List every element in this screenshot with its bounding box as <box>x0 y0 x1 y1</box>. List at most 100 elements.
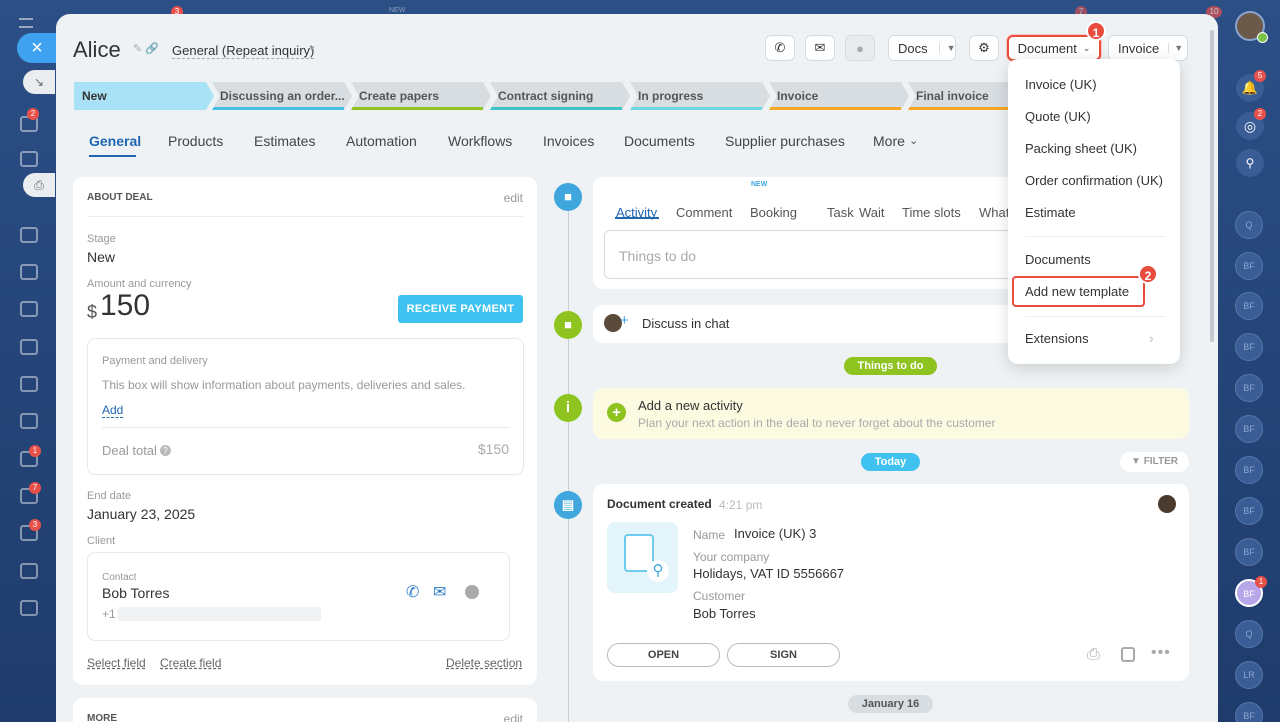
sidebar-icon[interactable] <box>20 339 38 355</box>
sidebar-icon[interactable] <box>20 227 38 243</box>
filter-button[interactable]: ▼ FILTER <box>1120 452 1189 472</box>
tab-task[interactable]: Task <box>827 205 854 220</box>
email-button[interactable]: ✉ <box>805 35 835 61</box>
chat-avatar[interactable]: LR <box>1235 661 1263 689</box>
add-activity-card[interactable]: + Add a new activity Plan your next acti… <box>593 388 1189 439</box>
sidebar-icon[interactable] <box>20 413 38 429</box>
chat-avatar[interactable]: BF <box>1235 456 1263 484</box>
stage-item[interactable]: Discussing an order... <box>212 82 352 110</box>
menu-item-packing-sheet[interactable]: Packing sheet (UK) <box>1025 141 1137 156</box>
envelope-icon[interactable]: ✉ <box>433 582 446 602</box>
menu-item-extensions[interactable]: Extensions <box>1025 331 1089 346</box>
scrollbar[interactable] <box>1210 30 1214 342</box>
tab-comment[interactable]: Comment <box>676 205 732 220</box>
phone-icon[interactable]: ✆ <box>406 582 419 602</box>
tab-time-slots[interactable]: Time slots <box>902 205 961 220</box>
menu-item-estimate[interactable]: Estimate <box>1025 205 1076 220</box>
stage-label: Create papers <box>359 89 440 103</box>
edit-link[interactable]: edit <box>504 191 523 205</box>
edit-title-icon[interactable]: ✎ 🔗 <box>133 42 159 55</box>
sidebar-icon[interactable] <box>20 264 38 280</box>
chat-avatar[interactable]: BF <box>1235 497 1263 525</box>
tab-automation[interactable]: Automation <box>346 133 417 149</box>
document-button[interactable]: Document ⌄ <box>1007 35 1101 61</box>
stage-item[interactable]: Create papers <box>351 82 491 110</box>
end-date-label: End date <box>87 490 132 502</box>
pipeline-selector[interactable]: General (Repeat inquiry) <box>172 43 315 59</box>
print-icon[interactable]: ⎙ <box>23 173 55 197</box>
stage-value[interactable]: New <box>87 249 115 265</box>
settings-button[interactable]: ⚙ <box>969 35 999 61</box>
sign-button[interactable]: SIGN <box>727 643 840 667</box>
call-button[interactable]: ✆ <box>765 35 795 61</box>
chat-avatar[interactable]: BF <box>1235 702 1263 722</box>
tab-workflows[interactable]: Workflows <box>448 133 512 149</box>
menu-item-quote-uk[interactable]: Quote (UK) <box>1025 109 1091 124</box>
chat-icon[interactable] <box>465 585 479 599</box>
tab-more[interactable]: More <box>873 133 905 149</box>
note-icon[interactable] <box>1121 647 1135 662</box>
tab-general[interactable]: General <box>89 133 141 149</box>
chat-button[interactable]: ● <box>845 35 875 61</box>
things-to-do-input[interactable]: Things to do <box>604 230 1024 279</box>
close-slider-button[interactable]: × <box>17 33 57 63</box>
menu-item-add-new-template[interactable]: Add new template <box>1025 284 1129 299</box>
menu-item-invoice-uk[interactable]: Invoice (UK) <box>1025 77 1097 92</box>
sidebar-icon[interactable] <box>20 151 38 167</box>
tab-booking[interactable]: Booking <box>750 205 797 220</box>
chat-avatar[interactable]: BF <box>1235 415 1263 443</box>
sidebar-icon[interactable] <box>20 563 38 579</box>
create-field-link[interactable]: Create field <box>160 656 221 670</box>
menu-item-order-confirmation[interactable]: Order confirmation (UK) <box>1025 173 1163 188</box>
contact-name[interactable]: Bob Torres <box>102 585 169 601</box>
chat-search-icon[interactable]: ⚲ <box>1236 149 1264 177</box>
tab-supplier-purchases[interactable]: Supplier purchases <box>725 133 845 149</box>
stage-item[interactable]: In progress <box>630 82 770 110</box>
stage-label: Final invoice <box>916 89 989 103</box>
chat-avatar[interactable]: BF <box>1235 374 1263 402</box>
stage-color-bar <box>630 107 762 110</box>
section-heading: MORE <box>87 713 117 722</box>
contact-phone[interactable]: +1 <box>102 607 116 621</box>
chat-avatar[interactable]: BF <box>1235 538 1263 566</box>
select-field-link[interactable]: Select field <box>87 656 146 670</box>
menu-item-documents[interactable]: Documents <box>1025 252 1091 267</box>
tab-whatsapp[interactable]: What <box>979 205 1009 220</box>
sidebar-badge: 3 <box>29 519 41 531</box>
tab-invoices[interactable]: Invoices <box>543 133 594 149</box>
tab-wait[interactable]: Wait <box>859 205 885 220</box>
chat-avatar[interactable]: BF <box>1235 292 1263 320</box>
menu-icon[interactable] <box>19 18 33 28</box>
receive-payment-button[interactable]: RECEIVE PAYMENT <box>398 295 523 323</box>
stage-item[interactable]: Invoice <box>769 82 909 110</box>
stage-item[interactable]: New <box>74 82 214 110</box>
end-date-value[interactable]: January 23, 2025 <box>87 506 195 522</box>
chat-avatar[interactable]: BF <box>1235 333 1263 361</box>
docs-label: Docs <box>898 40 928 56</box>
edit-link[interactable]: edit <box>504 712 523 722</box>
discuss-chat-row[interactable]: + Discuss in chat <box>593 305 1018 343</box>
chat-avatar[interactable]: Q <box>1235 620 1263 648</box>
docs-button[interactable]: Docs ▼ <box>888 35 956 61</box>
invoice-button[interactable]: Invoice ▼ <box>1108 35 1188 61</box>
tab-estimates[interactable]: Estimates <box>254 133 315 149</box>
sidebar-icon[interactable] <box>20 376 38 392</box>
tab-documents[interactable]: Documents <box>624 133 695 149</box>
stage-item[interactable]: Contract signing <box>490 82 630 110</box>
delete-section-link[interactable]: Delete section <box>446 656 522 670</box>
download-icon[interactable]: ↘ <box>23 70 55 94</box>
amount-value[interactable]: 150 <box>100 289 150 323</box>
chat-avatar[interactable]: BF <box>1235 252 1263 280</box>
tab-activity[interactable]: Activity <box>616 205 657 220</box>
print-icon[interactable]: ⎙ <box>1087 646 1100 664</box>
sidebar-icon[interactable] <box>20 600 38 616</box>
sidebar-icon[interactable] <box>20 301 38 317</box>
tab-products[interactable]: Products <box>168 133 223 149</box>
magnifier-icon: ⚲ <box>647 560 669 582</box>
add-payment-link[interactable]: Add <box>102 403 124 418</box>
more-options-icon[interactable]: ••• <box>1151 644 1171 662</box>
chat-avatar[interactable]: Q <box>1235 211 1263 239</box>
open-button[interactable]: OPEN <box>607 643 720 667</box>
document-preview-icon[interactable]: ⚲ <box>607 522 678 593</box>
help-icon[interactable]: ? <box>160 445 171 456</box>
